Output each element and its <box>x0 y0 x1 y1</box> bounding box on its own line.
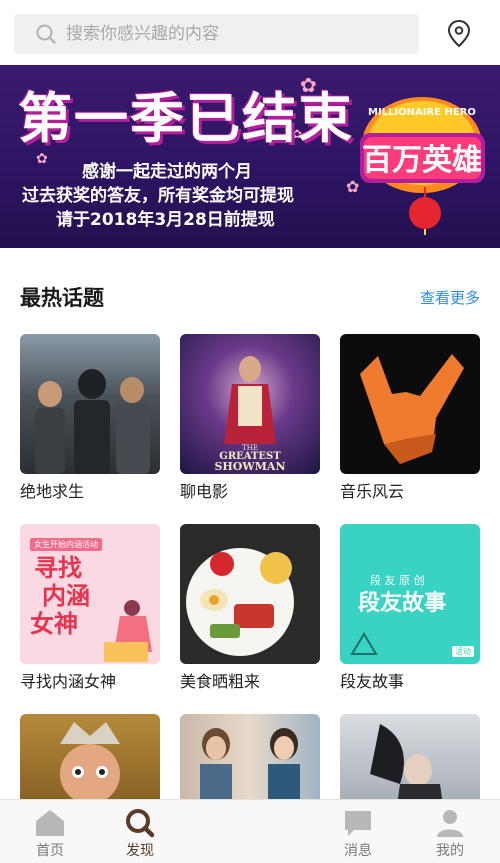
tab-discover[interactable]: 发现 <box>90 800 190 863</box>
tab-label: 我的 <box>436 843 464 859</box>
triangle-decoration-icon <box>350 632 378 655</box>
search-icon <box>36 24 56 44</box>
search-placeholder: 搜索你感兴趣的内容 <box>66 24 219 44</box>
top-bar: 搜索你感兴趣的内容 <box>0 0 500 65</box>
location-pin-icon[interactable] <box>444 18 474 50</box>
section-title: 最热话题 <box>20 286 104 310</box>
tab-label: 消息 <box>344 843 372 859</box>
see-more-link[interactable]: 查看更多 <box>420 287 480 309</box>
topic-card[interactable]: THE GREATEST SHOWMAN 聊电影 <box>180 334 320 503</box>
svg-text:SHOWMAN: SHOWMAN <box>214 460 285 473</box>
topic-thumbnail <box>340 334 480 474</box>
food-plate-illustration <box>180 524 320 664</box>
banner-text-line: 感谢一起走过的两个月 <box>82 162 252 182</box>
banner-text-line: 过去获奖的答友，所有奖金均可提现 <box>22 186 294 206</box>
art-caption: 女生开始内涵活动 <box>30 538 102 551</box>
topic-card[interactable]: 音乐风云 <box>340 334 480 503</box>
topic-card[interactable]: 绝地求生 <box>20 334 160 503</box>
soldiers-illustration <box>35 369 150 474</box>
home-icon <box>36 810 64 836</box>
millionaire-hero-logo: MILLIONAIRE HERO 百万英雄 <box>360 97 485 235</box>
banner-text-line: 请于2018年3月28日前提现 <box>56 210 275 230</box>
topic-thumbnail <box>20 334 160 474</box>
topic-label: 段友故事 <box>340 672 405 691</box>
message-icon <box>345 811 371 836</box>
art-title-line: 内涵 <box>42 582 90 610</box>
topic-label: 美食晒粗来 <box>180 672 261 691</box>
svg-text:MILLIONAIRE HERO: MILLIONAIRE HERO <box>368 107 476 118</box>
search-bar[interactable]: 搜索你感兴趣的内容 <box>14 14 419 54</box>
promo-banner[interactable]: ✿ ✿ ✿ ✿ 第一季已结束 感谢一起走过的两个月 过去获奖的答友，所有奖金均可… <box>0 65 500 248</box>
topic-label: 寻找内涵女神 <box>20 672 117 691</box>
topic-card[interactable]: 女生开始内涵活动 寻找 内涵 女神 寻找内涵女神 <box>20 524 160 693</box>
art-title: 段友故事 <box>358 591 447 616</box>
topic-thumbnail <box>180 524 320 664</box>
svg-text:百万英雄: 百万英雄 <box>362 143 482 178</box>
tab-profile[interactable]: 我的 <box>400 800 500 863</box>
rock-hand-icon <box>360 354 464 464</box>
art-title-line: 寻找 <box>34 554 82 582</box>
discover-search-icon <box>126 809 155 838</box>
tab-messages[interactable]: 消息 <box>308 800 408 863</box>
topic-label: 绝地求生 <box>20 482 85 501</box>
topic-thumbnail: 段 友 原 创 段友故事 活动 <box>340 524 480 664</box>
tab-home[interactable]: 首页 <box>0 800 100 863</box>
topic-card[interactable]: 段 友 原 创 段友故事 活动 段友故事 <box>340 524 480 693</box>
art-title-line: 女神 <box>30 610 78 638</box>
topic-thumbnail: 女生开始内涵活动 寻找 内涵 女神 <box>20 524 160 664</box>
topic-label: 聊电影 <box>180 482 229 501</box>
topic-label: 音乐风云 <box>340 482 405 501</box>
profile-icon <box>437 810 463 837</box>
art-caption: 段 友 原 创 <box>370 574 425 587</box>
tab-label: 发现 <box>126 843 154 859</box>
topic-card[interactable]: 美食晒粗来 <box>180 524 320 693</box>
tab-label: 首页 <box>36 843 64 859</box>
activity-badge: 活动 <box>452 646 474 657</box>
bottom-tab-bar: 首页 发现 消息 我的 <box>0 799 500 863</box>
showman-poster: THE GREATEST SHOWMAN <box>214 356 286 473</box>
flower-decoration: ✿ <box>36 151 48 167</box>
banner-title: 第一季已结束 <box>18 87 354 150</box>
topic-thumbnail: THE GREATEST SHOWMAN <box>180 334 320 474</box>
girl-illustration <box>104 600 152 662</box>
